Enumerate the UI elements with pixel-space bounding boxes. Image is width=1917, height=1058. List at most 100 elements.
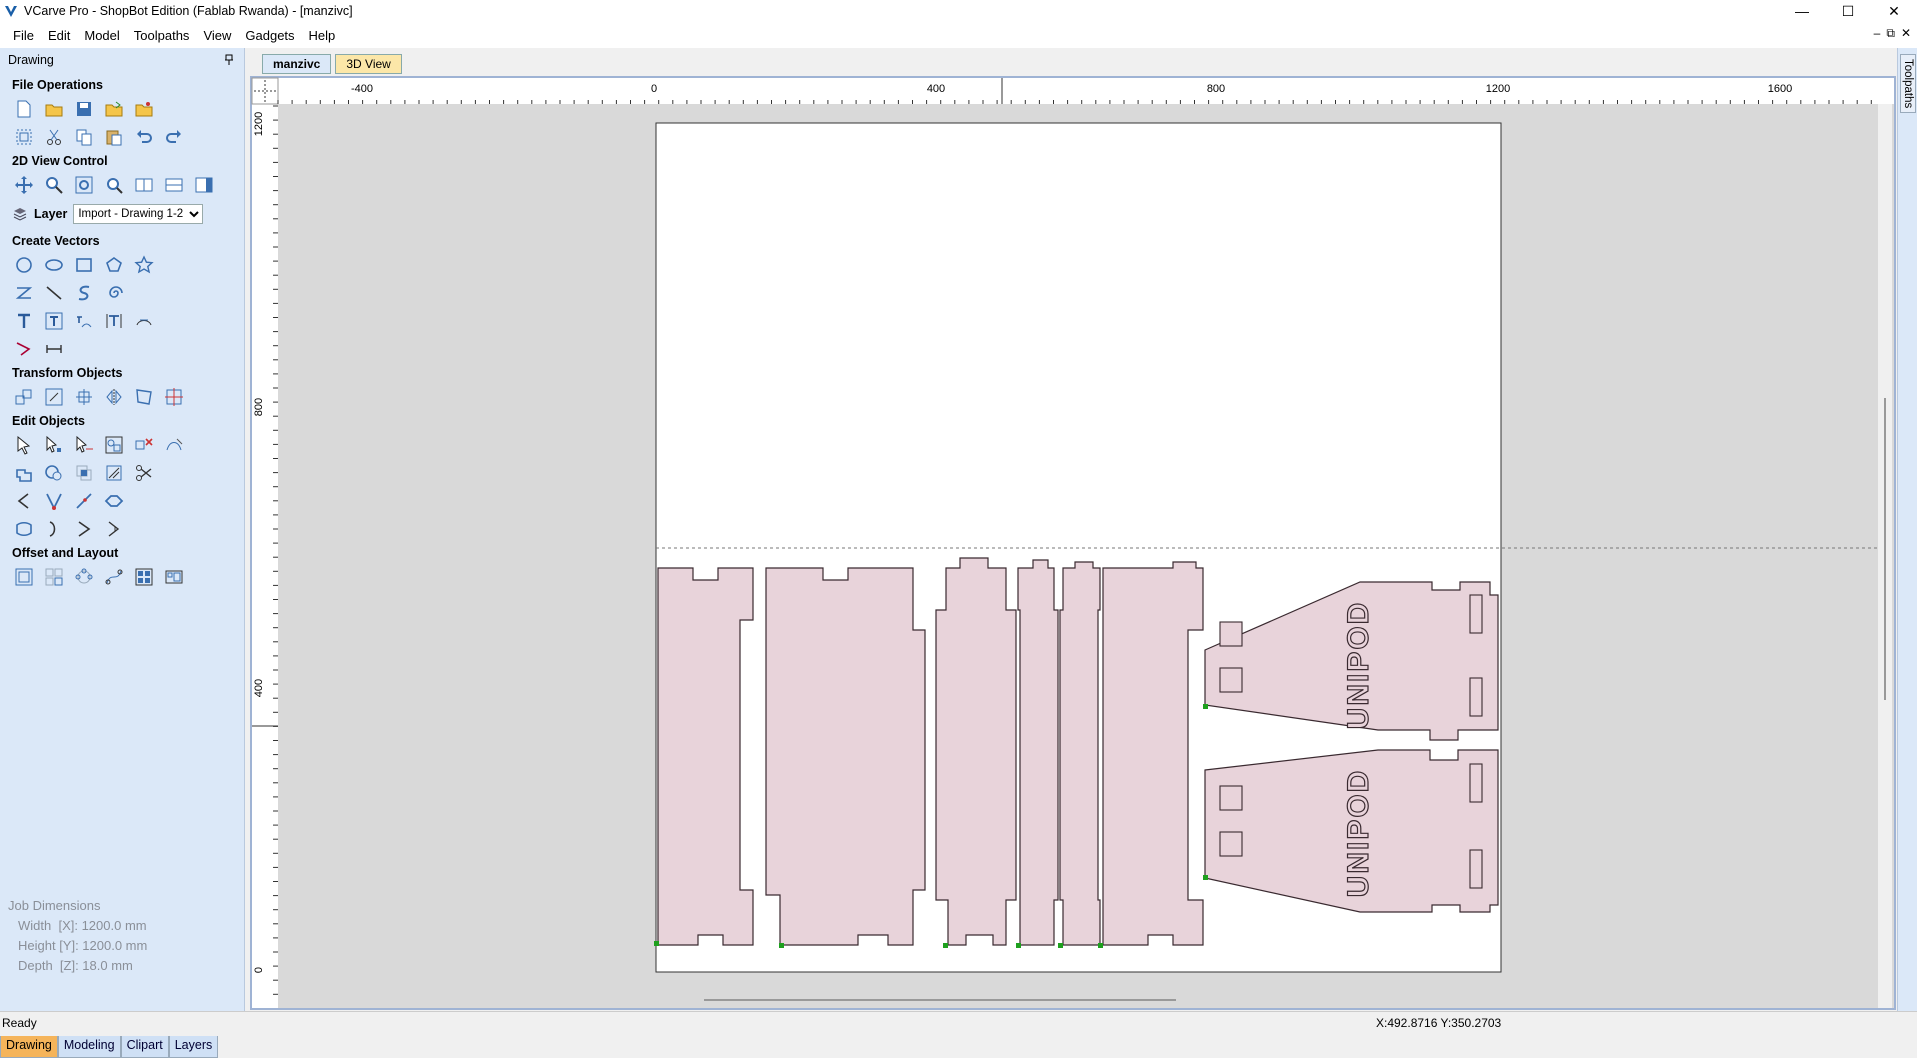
- interactive-trim-icon[interactable]: [72, 434, 96, 456]
- fillet-icon[interactable]: [12, 338, 36, 360]
- part-panel-3[interactable]: [935, 557, 1017, 946]
- status-text: Ready: [2, 1015, 37, 1030]
- menu-view[interactable]: View: [196, 28, 238, 43]
- draw-circle-icon[interactable]: [12, 254, 36, 276]
- zoom-selection-icon[interactable]: [102, 174, 126, 196]
- draw-text-icon[interactable]: [12, 310, 36, 332]
- job-dimensions: Job Dimensions Width [X]: 1200.0 mm Heig…: [8, 896, 147, 976]
- view-control-section: 2D View Control: [0, 154, 244, 196]
- drawing-canvas[interactable]: -400 0 400 800 1200 1600 1200 800 400 0: [248, 50, 1898, 1012]
- open-file-icon[interactable]: [42, 98, 66, 120]
- menu-edit[interactable]: Edit: [41, 28, 77, 43]
- auto-layout-text-icon[interactable]: [42, 310, 66, 332]
- move-to-view-icon[interactable]: [192, 174, 216, 196]
- mdi-close-button[interactable]: ✕: [1901, 26, 1911, 41]
- select-icon[interactable]: [12, 434, 36, 456]
- maximize-button[interactable]: ☐: [1825, 0, 1871, 22]
- draw-rectangle-icon[interactable]: [72, 254, 96, 276]
- menu-file[interactable]: File: [6, 28, 41, 43]
- pin-icon[interactable]: [224, 54, 234, 66]
- join-open-vectors-icon[interactable]: [12, 490, 36, 512]
- circular-array-icon[interactable]: [72, 566, 96, 588]
- import-vectors-icon[interactable]: [102, 98, 126, 120]
- import-bitmap-icon[interactable]: [132, 98, 156, 120]
- part-panel-6[interactable]: [1102, 561, 1204, 946]
- node-edit-icon[interactable]: [42, 434, 66, 456]
- drawing-panel: Drawing File Operations 2D View Control: [0, 48, 245, 1058]
- join-vectors-icon[interactable]: [42, 490, 66, 512]
- tab-drawing[interactable]: Drawing: [0, 1036, 58, 1058]
- draw-polygon-icon[interactable]: [102, 254, 126, 276]
- menu-help[interactable]: Help: [302, 28, 343, 43]
- rotate-icon[interactable]: [72, 386, 96, 408]
- curve-fit-icon[interactable]: [42, 518, 66, 540]
- part-panel-1[interactable]: [657, 567, 754, 946]
- ruler-label: 1200: [1486, 83, 1510, 95]
- plate-layout-icon[interactable]: [162, 566, 186, 588]
- text-arc-icon[interactable]: [102, 310, 126, 332]
- scissors-icon[interactable]: [132, 462, 156, 484]
- scale-icon[interactable]: [42, 386, 66, 408]
- part-panel-4[interactable]: [1017, 559, 1059, 946]
- layer-dropdown[interactable]: Import - Drawing 1-2: [73, 204, 204, 224]
- close-vectors-icon[interactable]: [162, 434, 186, 456]
- draw-curve-icon[interactable]: [72, 282, 96, 304]
- copy-icon[interactable]: [72, 126, 96, 148]
- draw-star-icon[interactable]: [132, 254, 156, 276]
- move-icon[interactable]: [12, 386, 36, 408]
- tab-layers[interactable]: Layers: [168, 1036, 219, 1058]
- redo-icon[interactable]: [162, 126, 186, 148]
- minimize-button[interactable]: —: [1779, 0, 1825, 22]
- align-icon[interactable]: [162, 386, 186, 408]
- smooth-vector-icon[interactable]: [12, 518, 36, 540]
- job-height: Height [Y]: 1200.0 mm: [18, 938, 148, 953]
- menu-toolpaths[interactable]: Toolpaths: [127, 28, 197, 43]
- undo-icon[interactable]: [132, 126, 156, 148]
- draw-line-icon[interactable]: [42, 282, 66, 304]
- tile-views-icon[interactable]: [162, 174, 186, 196]
- pan-icon[interactable]: [12, 174, 36, 196]
- mdi-minimize-button[interactable]: –: [1874, 26, 1881, 41]
- ungroup-icon[interactable]: [132, 434, 156, 456]
- close-button[interactable]: ✕: [1871, 0, 1917, 22]
- copy-along-vector-icon[interactable]: [102, 566, 126, 588]
- nesting-icon[interactable]: [132, 566, 156, 588]
- fillet-corner-icon[interactable]: [102, 462, 126, 484]
- save-file-icon[interactable]: [72, 98, 96, 120]
- draw-spiral-icon[interactable]: [102, 282, 126, 304]
- tab-modeling[interactable]: Modeling: [57, 1036, 121, 1058]
- toggle-view-icon[interactable]: [132, 174, 156, 196]
- zoom-in-icon[interactable]: [42, 174, 66, 196]
- weld-icon[interactable]: [12, 462, 36, 484]
- zoom-all-icon[interactable]: [72, 174, 96, 196]
- subtract-icon[interactable]: [42, 462, 66, 484]
- text-on-curve-icon[interactable]: [72, 310, 96, 332]
- dimension-icon[interactable]: [132, 310, 156, 332]
- part-panel-2[interactable]: [765, 567, 926, 946]
- menu-model[interactable]: Model: [77, 28, 126, 43]
- group-icon[interactable]: [102, 434, 126, 456]
- extend-vector-icon[interactable]: [72, 490, 96, 512]
- menu-gadgets[interactable]: Gadgets: [238, 28, 301, 43]
- bridge-icon[interactable]: [102, 518, 126, 540]
- paste-icon[interactable]: [102, 126, 126, 148]
- toolpaths-tab[interactable]: Toolpaths: [1900, 54, 1916, 114]
- job-setup-icon[interactable]: [12, 126, 36, 148]
- create-tab-icon[interactable]: [72, 518, 96, 540]
- cut-icon[interactable]: [42, 126, 66, 148]
- new-file-icon[interactable]: [12, 98, 36, 120]
- tab-clipart[interactable]: Clipart: [120, 1036, 169, 1058]
- panel-tabs: Drawing Modeling Clipart Layers: [0, 1036, 219, 1058]
- section-heading: Transform Objects: [12, 366, 123, 380]
- distort-icon[interactable]: [132, 386, 156, 408]
- measure-icon[interactable]: [42, 338, 66, 360]
- intersect-icon[interactable]: [72, 462, 96, 484]
- part-panel-5[interactable]: [1059, 561, 1101, 946]
- draw-polyline-icon[interactable]: [12, 282, 36, 304]
- mdi-restore-button[interactable]: ⧉: [1886, 26, 1895, 41]
- array-copy-icon[interactable]: [42, 566, 66, 588]
- offset-vector-icon[interactable]: [102, 490, 126, 512]
- mirror-icon[interactable]: [102, 386, 126, 408]
- draw-ellipse-icon[interactable]: [42, 254, 66, 276]
- offset-icon[interactable]: [12, 566, 36, 588]
